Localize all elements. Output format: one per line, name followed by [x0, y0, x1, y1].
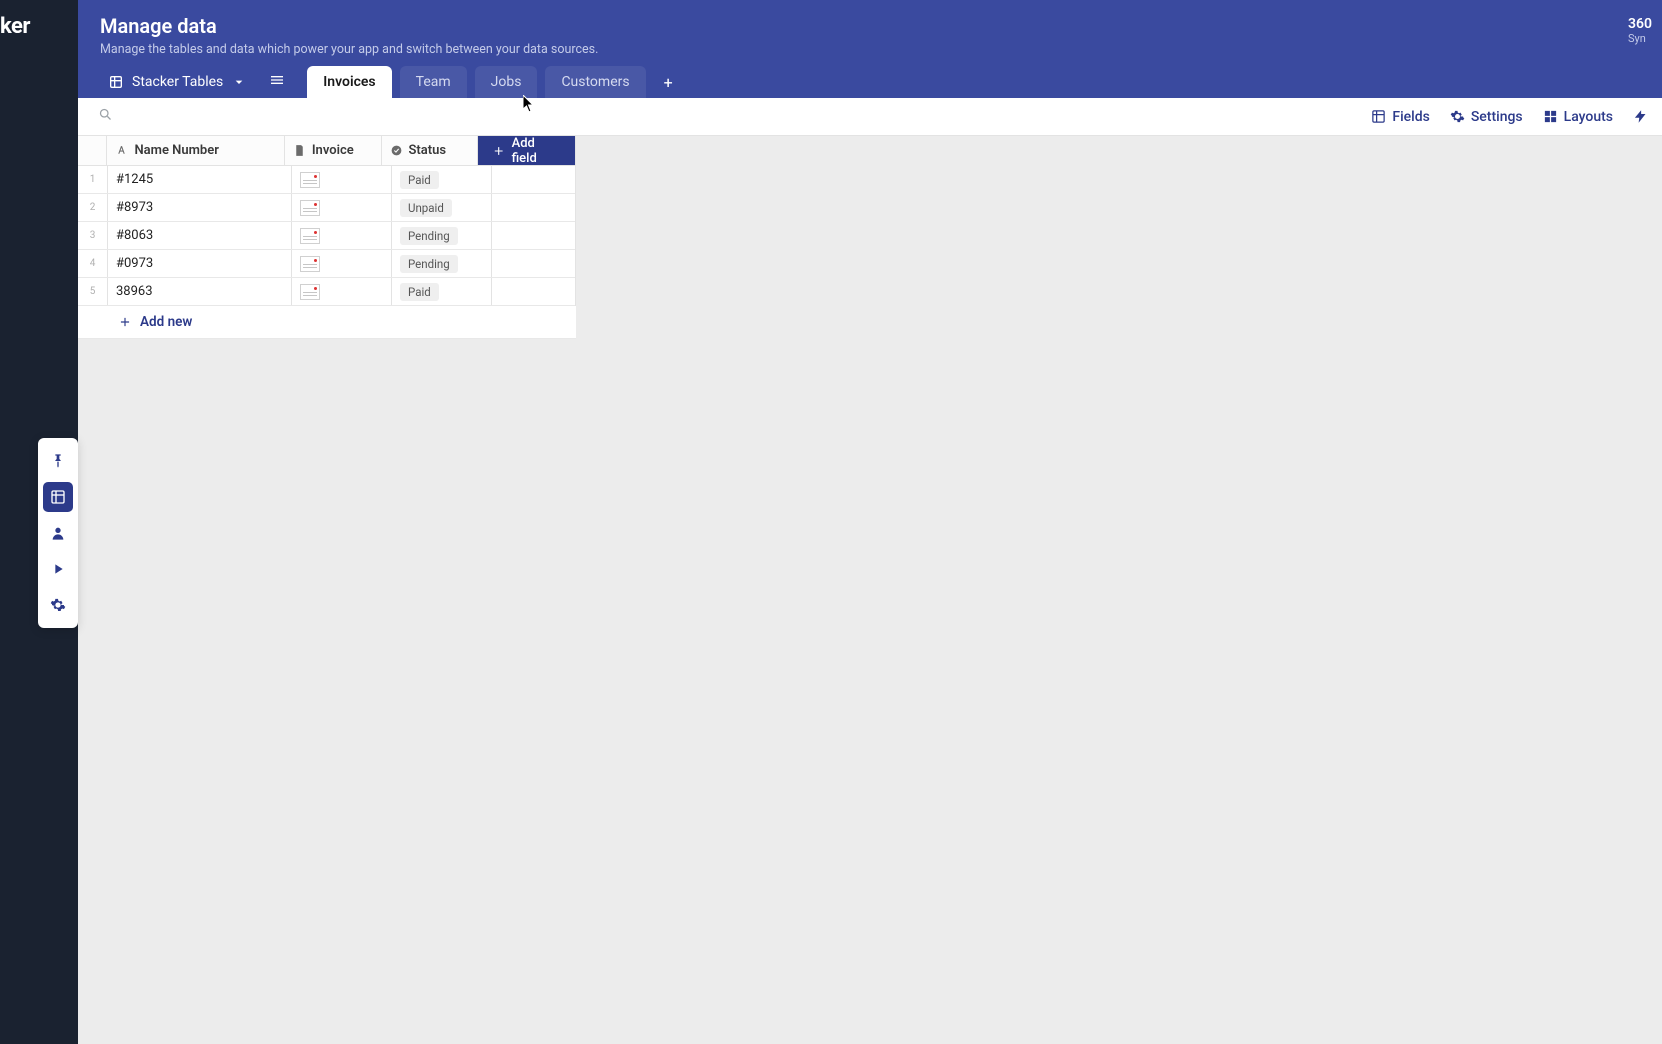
add-field-button[interactable]: Add field	[478, 136, 575, 165]
menu-icon[interactable]	[263, 66, 291, 98]
cell-name[interactable]: 38963	[108, 278, 292, 305]
main-area: Manage data Manage the tables and data w…	[78, 0, 1662, 1044]
rail-settings-icon[interactable]	[43, 590, 73, 620]
col-invoice[interactable]: Invoice	[285, 136, 382, 165]
status-icon	[390, 144, 403, 157]
toolbar: Fields Settings Layouts	[78, 98, 1662, 136]
tabs-row: Stacker Tables Invoices Team Jobs Custom…	[100, 66, 683, 98]
cell-status[interactable]: Unpaid	[392, 194, 492, 221]
sync-label: Syn	[1628, 32, 1652, 45]
add-new-label: Add new	[140, 314, 192, 330]
settings-button[interactable]: Settings	[1450, 109, 1523, 125]
row-number: 4	[78, 250, 108, 277]
status-pill: Paid	[400, 171, 439, 189]
rail-user-icon[interactable]	[43, 518, 73, 548]
invoice-thumb-icon	[300, 200, 320, 216]
header-sync-status: 360 Syn	[1628, 16, 1652, 45]
cell-name[interactable]: #0973	[108, 250, 292, 277]
chevron-down-icon	[231, 74, 247, 90]
cell-status[interactable]: Paid	[392, 166, 492, 193]
gear-icon	[1450, 109, 1465, 124]
header-bar: Manage data Manage the tables and data w…	[78, 0, 1662, 98]
row-number: 1	[78, 166, 108, 193]
rail-pin-icon[interactable]	[43, 446, 73, 476]
table-row[interactable]: 2 #8973 Unpaid	[78, 194, 575, 222]
cell-name[interactable]: #1245	[108, 166, 292, 193]
data-table: Name Number Invoice Status Add field 1 #…	[78, 136, 576, 306]
search-icon[interactable]	[98, 107, 113, 126]
datasource-selector[interactable]: Stacker Tables	[100, 68, 255, 96]
plus-icon	[492, 144, 505, 158]
page-title: Manage data	[100, 14, 1640, 38]
tab-team[interactable]: Team	[400, 66, 467, 98]
cell-invoice[interactable]	[292, 166, 392, 193]
status-pill: Unpaid	[400, 199, 452, 217]
fields-label: Fields	[1392, 109, 1429, 125]
status-pill: Pending	[400, 227, 458, 245]
tab-customers[interactable]: Customers	[545, 66, 645, 98]
table-row[interactable]: 5 38963 Paid	[78, 278, 575, 306]
cell-name[interactable]: #8063	[108, 222, 292, 249]
content-area: Name Number Invoice Status Add field 1 #…	[78, 136, 1662, 1044]
cell-invoice[interactable]	[292, 194, 392, 221]
add-tab-button[interactable]: +	[654, 67, 683, 98]
rail-play-icon[interactable]	[43, 554, 73, 584]
cell-status[interactable]: Pending	[392, 250, 492, 277]
col-status[interactable]: Status	[382, 136, 479, 165]
rail-data-icon[interactable]	[43, 482, 73, 512]
row-number: 5	[78, 278, 108, 305]
plus-icon	[118, 315, 132, 329]
add-new-button[interactable]: Add new	[78, 306, 576, 339]
page-subtitle: Manage the tables and data which power y…	[100, 42, 1640, 57]
sync-count: 360	[1628, 16, 1652, 32]
table-row[interactable]: 1 #1245 Paid	[78, 166, 575, 194]
row-number: 2	[78, 194, 108, 221]
tab-invoices[interactable]: Invoices	[307, 66, 391, 98]
cell-status[interactable]: Pending	[392, 222, 492, 249]
datasource-name: Stacker Tables	[132, 74, 223, 90]
cell-name[interactable]: #8973	[108, 194, 292, 221]
status-pill: Paid	[400, 283, 439, 301]
cell-invoice[interactable]	[292, 222, 392, 249]
layouts-label: Layouts	[1564, 109, 1613, 125]
layouts-icon	[1543, 109, 1558, 124]
datasource-icon	[108, 74, 124, 90]
document-icon	[293, 144, 306, 157]
invoice-thumb-icon	[300, 256, 320, 272]
cell-invoice[interactable]	[292, 278, 392, 305]
settings-label: Settings	[1471, 109, 1523, 125]
logo-text: ker	[0, 14, 30, 39]
side-rail	[38, 438, 78, 628]
cell-invoice[interactable]	[292, 250, 392, 277]
table-header: Name Number Invoice Status Add field	[78, 136, 575, 166]
invoice-thumb-icon	[300, 284, 320, 300]
text-type-icon	[115, 144, 128, 157]
bolt-button[interactable]	[1633, 109, 1648, 124]
invoice-thumb-icon	[300, 228, 320, 244]
status-pill: Pending	[400, 255, 458, 273]
row-number: 3	[78, 222, 108, 249]
tab-jobs[interactable]: Jobs	[475, 66, 538, 98]
table-row[interactable]: 4 #0973 Pending	[78, 250, 575, 278]
cell-status[interactable]: Paid	[392, 278, 492, 305]
row-number-header	[78, 136, 107, 165]
layouts-button[interactable]: Layouts	[1543, 109, 1613, 125]
invoice-thumb-icon	[300, 172, 320, 188]
table-row[interactable]: 3 #8063 Pending	[78, 222, 575, 250]
col-name-number[interactable]: Name Number	[107, 136, 284, 165]
bolt-icon	[1633, 109, 1648, 124]
fields-icon	[1371, 109, 1386, 124]
fields-button[interactable]: Fields	[1371, 109, 1429, 125]
